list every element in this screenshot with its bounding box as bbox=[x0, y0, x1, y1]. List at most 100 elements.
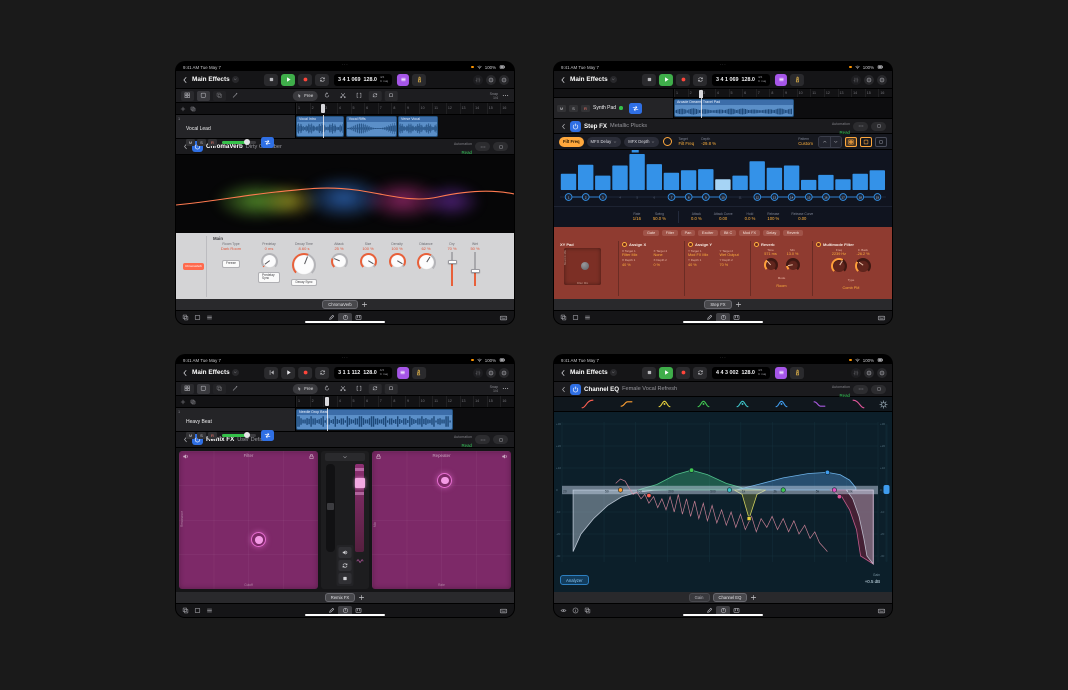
eq-band-handle[interactable] bbox=[618, 488, 622, 492]
metronome-button[interactable] bbox=[412, 367, 426, 379]
split-tool-button[interactable] bbox=[336, 384, 349, 394]
title-menu-button[interactable] bbox=[610, 369, 617, 376]
playhead-handle[interactable] bbox=[325, 397, 329, 406]
ruler-tick[interactable]: 8 bbox=[391, 103, 405, 114]
play-button[interactable] bbox=[659, 74, 673, 86]
mute-button[interactable]: M bbox=[186, 432, 195, 439]
tab-mfx-delay[interactable]: MFX Delay bbox=[587, 137, 622, 147]
fx-tab-reverb[interactable]: Reverb bbox=[783, 230, 803, 237]
solo-button[interactable]: S bbox=[569, 105, 578, 112]
home-indicator[interactable] bbox=[305, 614, 385, 617]
ruler-tick[interactable]: 3 bbox=[323, 103, 337, 114]
knob-control[interactable] bbox=[417, 253, 436, 272]
gater-fader[interactable] bbox=[355, 464, 364, 552]
parameter[interactable]: Rate1/16 bbox=[633, 212, 641, 222]
plugin-window-button[interactable] bbox=[493, 142, 508, 151]
display-mode-button[interactable] bbox=[473, 75, 483, 85]
title-menu-button[interactable] bbox=[232, 369, 239, 376]
ruler-tick[interactable]: 1 bbox=[674, 89, 688, 97]
parameter[interactable]: Attack0.0 % bbox=[691, 212, 702, 222]
automation-mode[interactable]: AutomationRead bbox=[832, 381, 850, 398]
fx-knob[interactable]: Freq2239 Hz bbox=[831, 248, 847, 274]
ruler-tick[interactable]: 1 bbox=[296, 396, 310, 407]
parameter[interactable]: Swing50.0 % bbox=[653, 212, 666, 222]
add-plugin-button[interactable] bbox=[735, 301, 742, 308]
assign-cell[interactable]: Y Target 2Wet Output bbox=[720, 249, 748, 257]
step-bar[interactable] bbox=[647, 164, 662, 190]
title-menu-button[interactable] bbox=[610, 76, 617, 83]
back-icon[interactable] bbox=[559, 76, 567, 84]
eq-gain-readout[interactable]: Gain+0.5 dB bbox=[865, 570, 880, 585]
xy-pad-panel[interactable]: XY Pad Mod FX Mix Filter Mix bbox=[557, 241, 619, 296]
snap-setting[interactable]: Snap1/4 bbox=[490, 385, 498, 393]
more-icon[interactable] bbox=[502, 385, 509, 392]
sync-button[interactable]: Decay Sync bbox=[291, 279, 316, 287]
ruler-tick[interactable]: 8 bbox=[391, 396, 405, 407]
plugin-more-button[interactable] bbox=[475, 435, 490, 444]
automation-mode[interactable]: AutomationRead bbox=[832, 118, 850, 135]
fx-knob[interactable]: F. Back-26.2 % bbox=[855, 248, 871, 274]
plugin-preset[interactable]: Female Vocal Refresh bbox=[622, 386, 677, 392]
more-button[interactable] bbox=[877, 75, 887, 85]
pattern-control[interactable]: PatternCustom bbox=[798, 137, 813, 146]
plugin-chip[interactable]: Remix FX bbox=[325, 593, 355, 602]
ruler-tick[interactable]: 14 bbox=[851, 89, 865, 97]
mixer-view-button[interactable] bbox=[197, 384, 210, 394]
vertical-slider[interactable] bbox=[470, 252, 480, 286]
eq-band-handle[interactable] bbox=[781, 488, 785, 492]
xy-pad[interactable]: Mod FX Mix Filter Mix bbox=[564, 248, 601, 285]
cycle-button[interactable] bbox=[693, 74, 707, 86]
remix-pad-filter[interactable]: Filter Resonance Cutoff bbox=[179, 451, 318, 589]
display-mode-button[interactable] bbox=[851, 75, 861, 85]
glue-tool-button[interactable] bbox=[384, 91, 397, 101]
cycle-button[interactable] bbox=[693, 367, 707, 379]
plugin-back-icon[interactable] bbox=[560, 386, 567, 393]
home-indicator[interactable] bbox=[683, 614, 763, 617]
ruler-tick[interactable]: 3 bbox=[701, 89, 715, 97]
ruler-tick[interactable]: 5 bbox=[729, 89, 743, 97]
stop-button[interactable] bbox=[642, 367, 656, 379]
mute-button[interactable]: M bbox=[186, 139, 195, 146]
volume-fader[interactable] bbox=[222, 434, 256, 437]
list-icon[interactable] bbox=[584, 314, 591, 321]
ruler-tick[interactable]: 5 bbox=[351, 103, 365, 114]
fx-tab-mod-fx[interactable]: Mod FX bbox=[739, 230, 760, 237]
more-button[interactable] bbox=[499, 75, 509, 85]
ruler-tick[interactable]: 16 bbox=[500, 396, 514, 407]
bar-ruler[interactable]: 12345678910111213141516 bbox=[296, 396, 514, 407]
settings-button[interactable] bbox=[864, 368, 874, 378]
remix-pad-repeater[interactable]: Repeater Mix Rate bbox=[372, 451, 511, 589]
track-header[interactable]: 1 Vocal Lead M S R bbox=[176, 115, 296, 138]
ruler-tick[interactable]: 13 bbox=[460, 103, 474, 114]
loop-tool-button[interactable] bbox=[368, 91, 381, 101]
plugin-power-button[interactable] bbox=[570, 121, 581, 132]
knob-control[interactable] bbox=[389, 253, 406, 270]
automation-button[interactable] bbox=[229, 91, 242, 101]
ruler-tick[interactable]: 7 bbox=[756, 89, 770, 97]
step-bar[interactable] bbox=[681, 170, 696, 190]
knob-control[interactable] bbox=[831, 258, 847, 274]
low-pass-band-icon[interactable] bbox=[852, 399, 865, 409]
play-button[interactable] bbox=[281, 367, 295, 379]
filter-type[interactable]: TypeComb PM bbox=[816, 275, 886, 289]
track-header[interactable]: M S R Synth Pad bbox=[554, 98, 674, 118]
xy-pad-handle[interactable] bbox=[581, 262, 589, 270]
assign-cell[interactable]: X Depth 140 % bbox=[622, 258, 650, 266]
eq-band-handle[interactable] bbox=[647, 493, 651, 497]
go-to-beginning-button[interactable] bbox=[264, 367, 278, 379]
ruler-tick[interactable]: 7 bbox=[378, 103, 392, 114]
ruler-tick[interactable]: 10 bbox=[419, 103, 433, 114]
bar-ruler[interactable]: 12345678910111213141516 bbox=[296, 103, 514, 114]
project-title[interactable]: Main Effects bbox=[192, 76, 230, 83]
stop-fx-button[interactable] bbox=[339, 573, 352, 584]
analyzer-button[interactable]: Analyzer bbox=[560, 575, 589, 585]
bell-band-2-icon[interactable] bbox=[697, 399, 710, 409]
playhead-handle[interactable] bbox=[321, 104, 325, 113]
ruler-tick[interactable]: 9 bbox=[783, 89, 797, 97]
editors-button[interactable] bbox=[213, 384, 226, 394]
rotate-tool-button[interactable] bbox=[320, 384, 333, 394]
region[interactable]: Arcade Dreams Travel Pad bbox=[674, 99, 794, 118]
layers-icon[interactable] bbox=[584, 607, 591, 614]
ruler-tick[interactable]: 5 bbox=[351, 396, 365, 407]
bar-ruler[interactable]: 12345678910111213141516 bbox=[674, 89, 892, 97]
